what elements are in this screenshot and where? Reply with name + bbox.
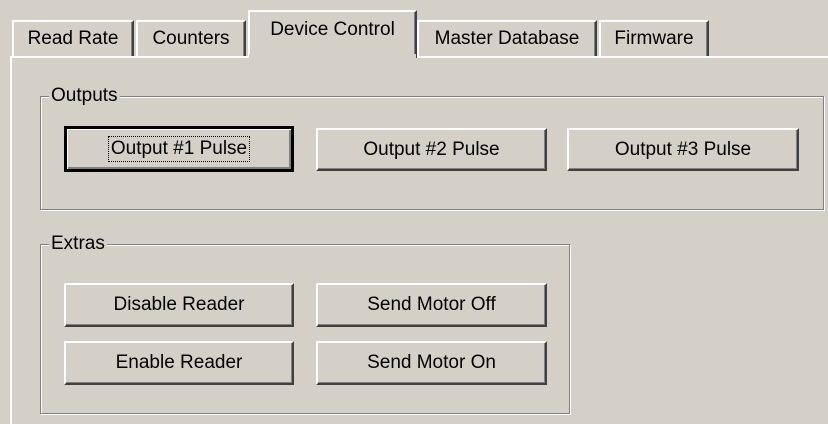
- output-2-pulse-label: Output #2 Pulse: [363, 138, 500, 160]
- tab-firmware[interactable]: Firmware: [599, 20, 709, 58]
- extras-group: Extras Disable Reader Send Motor Off Ena…: [40, 232, 570, 414]
- send-motor-on-button[interactable]: Send Motor On: [316, 341, 547, 385]
- device-control-panel: Outputs Output #1 Pulse Output #2 Pulse …: [10, 56, 828, 424]
- enable-reader-label: Enable Reader: [115, 352, 243, 373]
- enable-reader-button[interactable]: Enable Reader: [64, 341, 294, 385]
- tab-master-database-label: Master Database: [434, 28, 580, 49]
- tab-read-rate[interactable]: Read Rate: [12, 20, 134, 58]
- extras-legend: Extras: [49, 232, 107, 256]
- tab-read-rate-label: Read Rate: [27, 28, 119, 49]
- disable-reader-label: Disable Reader: [113, 294, 245, 315]
- send-motor-off-button[interactable]: Send Motor Off: [316, 283, 547, 327]
- output-1-pulse-label: Output #1 Pulse: [107, 136, 251, 162]
- output-3-pulse-button[interactable]: Output #3 Pulse: [567, 128, 799, 171]
- outputs-legend: Outputs: [49, 84, 120, 108]
- send-motor-on-label: Send Motor On: [367, 352, 496, 373]
- device-settings-window: Read Rate Counters Device Control Master…: [0, 0, 828, 424]
- send-motor-off-label: Send Motor Off: [367, 294, 496, 315]
- tab-device-control[interactable]: Device Control: [248, 10, 417, 58]
- disable-reader-button[interactable]: Disable Reader: [64, 283, 294, 327]
- tab-counters-label: Counters: [152, 28, 230, 49]
- output-2-pulse-button[interactable]: Output #2 Pulse: [316, 128, 547, 171]
- tab-counters[interactable]: Counters: [136, 20, 246, 58]
- tab-master-database[interactable]: Master Database: [417, 20, 597, 58]
- outputs-group: Outputs Output #1 Pulse Output #2 Pulse …: [40, 84, 824, 210]
- tab-device-control-label: Device Control: [270, 19, 395, 40]
- active-tab-seam: [249, 54, 416, 60]
- output-1-pulse-button[interactable]: Output #1 Pulse: [64, 126, 294, 172]
- output-3-pulse-label: Output #3 Pulse: [614, 138, 752, 160]
- tab-firmware-label: Firmware: [614, 28, 694, 49]
